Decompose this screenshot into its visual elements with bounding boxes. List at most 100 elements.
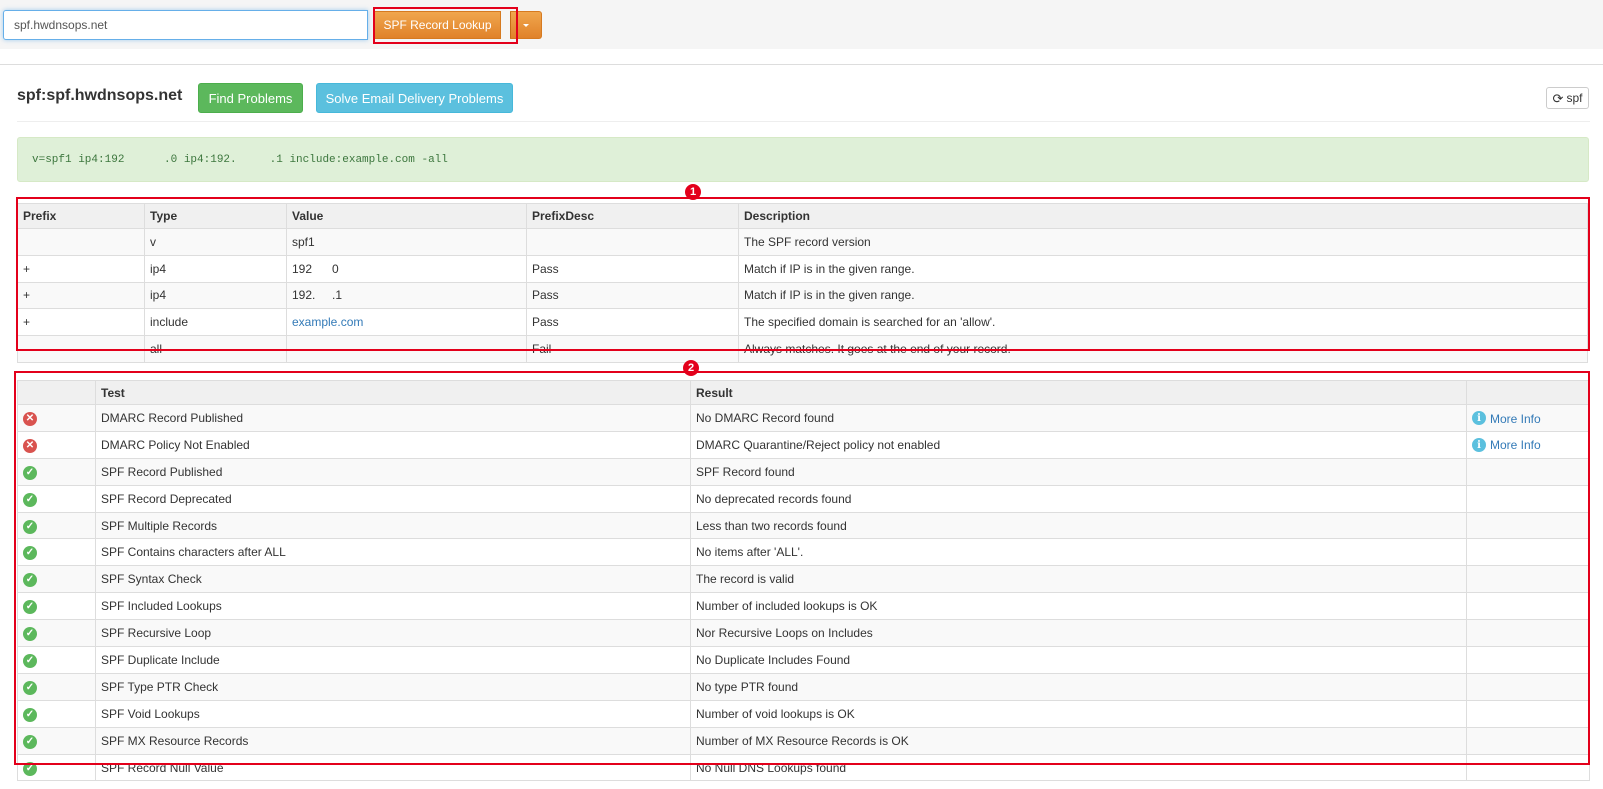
table-row: ✓ SPF Type PTR Check No type PTR found: [17, 672, 1590, 701]
table-row: ✓ SPF Included Lookups Number of included …: [17, 592, 1590, 621]
column-header: PrefixDesc: [526, 203, 739, 229]
description-cell: The specified domain is searched for an …: [738, 308, 1588, 337]
more-info-cell: i More Info: [1466, 404, 1590, 432]
result-cell: No Null DNS Lookups found: [690, 753, 1467, 782]
more-info-cell: [1466, 511, 1590, 540]
test-name-cell: SPF Included Lookups: [95, 592, 691, 621]
more-info-cell: [1466, 484, 1590, 513]
table-row: ✓ SPF Record Deprecated No deprecated reco…: [17, 484, 1590, 513]
description-cell: Match if IP is in the given range.: [738, 281, 1588, 310]
info-circle-icon: i: [1472, 411, 1486, 426]
refresh-icon: ⟳: [1552, 90, 1564, 106]
check-circle-icon: ✓: [23, 627, 37, 642]
table-header-row: Prefix Type Value PrefixDesc Description: [17, 203, 1588, 229]
caret-down-icon: [523, 23, 529, 27]
result-cell: Nor Recursive Loops on Includes: [690, 619, 1467, 648]
table-row: + include example.com Pass The specified dom…: [17, 308, 1588, 337]
table-row: ✓ SPF Contains characters after ALL No ite…: [17, 538, 1590, 567]
status-cell: ✓: [17, 726, 96, 755]
check-circle-icon: ✓: [23, 573, 37, 588]
column-header: Value: [286, 203, 527, 229]
include-domain-link[interactable]: example.com: [292, 315, 363, 329]
prefix-desc-cell: [526, 228, 739, 256]
type-cell: v: [144, 228, 287, 256]
prefix-desc-cell: Pass: [526, 254, 739, 283]
column-header: [1466, 380, 1590, 405]
check-circle-icon: ✓: [23, 653, 37, 668]
more-info-cell: [1466, 753, 1590, 782]
prefix-desc-cell: Pass: [526, 281, 739, 310]
test-name-cell: DMARC Policy Not Enabled: [95, 430, 691, 459]
value-cell: [286, 335, 527, 363]
search-input[interactable]: [3, 10, 368, 40]
more-info-cell: [1466, 726, 1590, 755]
status-cell: ✓: [17, 646, 96, 674]
column-header: Result: [690, 380, 1467, 405]
check-circle-icon: ✓: [23, 734, 37, 749]
status-cell: ✓: [17, 511, 96, 540]
more-info-link[interactable]: i More Info: [1472, 437, 1541, 453]
spf-record-table: Prefix Type Value PrefixDesc Description v sp…: [17, 203, 1588, 363]
prefix-desc-cell: Fail: [526, 335, 739, 363]
page-title: spf:spf.hwdnsops.net: [17, 87, 183, 104]
table-row: ✓ SPF Void Lookups Number of void lookups …: [17, 699, 1590, 728]
more-info-cell: [1466, 646, 1590, 674]
test-name-cell: SPF Record Published: [95, 457, 691, 486]
lookup-toolbar: SPF Record Lookup: [0, 0, 1603, 49]
table-row: ✓ SPF Duplicate Include No Duplicate Inclu…: [17, 646, 1590, 674]
status-cell: ✓: [17, 457, 96, 486]
column-header: Description: [738, 203, 1588, 229]
more-info-cell: [1466, 538, 1590, 567]
prefix-cell: [17, 228, 145, 256]
result-cell: Number of void lookups is OK: [690, 699, 1467, 728]
description-cell: Match if IP is in the given range.: [738, 254, 1588, 283]
column-header: Test: [95, 380, 691, 405]
more-info-link[interactable]: i More Info: [1472, 411, 1541, 426]
refresh-button[interactable]: ⟳ spf: [1546, 87, 1589, 109]
test-name-cell: SPF Duplicate Include: [95, 646, 691, 674]
prefix-cell: +: [17, 281, 145, 310]
table-row: + ip4 192. .1 Pass Match if IP is in the giv…: [17, 281, 1588, 310]
spf-record-lookup-button[interactable]: SPF Record Lookup: [374, 11, 501, 39]
prefix-cell: +: [17, 308, 145, 337]
more-info-cell: [1466, 619, 1590, 648]
status-cell: ✓: [17, 619, 96, 648]
info-circle-icon: i: [1472, 438, 1486, 453]
value-cell: 192. .1: [286, 281, 527, 310]
result-cell: No deprecated records found: [690, 484, 1467, 513]
table-row: ✓ SPF Record Null Value No Null DNS Lookup…: [17, 753, 1590, 782]
status-cell: ✓: [17, 484, 96, 513]
test-name-cell: SPF Record Deprecated: [95, 484, 691, 513]
result-cell: SPF Record found: [690, 457, 1467, 486]
more-info-cell: i More Info: [1466, 430, 1590, 459]
test-name-cell: DMARC Record Published: [95, 404, 691, 432]
type-cell: ip4: [144, 281, 287, 310]
status-cell: ✓: [17, 565, 96, 594]
check-circle-icon: ✓: [23, 761, 37, 776]
table-row: ✕ DMARC Record Published No DMARC Record f…: [17, 404, 1590, 432]
result-cell: No DMARC Record found: [690, 404, 1467, 432]
test-name-cell: SPF Void Lookups: [95, 699, 691, 728]
check-circle-icon: ✓: [23, 680, 37, 695]
value-cell: 192 0: [286, 254, 527, 283]
table-row: ✓ SPF Syntax Check The record is valid: [17, 565, 1590, 594]
column-header: Type: [144, 203, 287, 229]
result-cell: Less than two records found: [690, 511, 1467, 540]
table-row: ✕ DMARC Policy Not Enabled DMARC Quarantin…: [17, 430, 1590, 459]
type-cell: all: [144, 335, 287, 363]
more-info-cell: [1466, 672, 1590, 701]
find-problems-button[interactable]: Find Problems: [198, 83, 303, 113]
value-cell: example.com: [286, 308, 527, 337]
divider: [17, 121, 1590, 122]
column-header: Prefix: [17, 203, 145, 229]
status-cell: ✓: [17, 672, 96, 701]
result-cell: Number of MX Resource Records is OK: [690, 726, 1467, 755]
test-name-cell: SPF Recursive Loop: [95, 619, 691, 648]
lookup-dropdown-toggle[interactable]: [510, 11, 542, 39]
solve-email-delivery-button[interactable]: Solve Email Delivery Problems: [316, 83, 513, 113]
prefix-cell: +: [17, 254, 145, 283]
x-circle-icon: ✕: [23, 438, 37, 453]
check-circle-icon: ✓: [23, 600, 37, 615]
test-name-cell: SPF Multiple Records: [95, 511, 691, 540]
test-name-cell: SPF MX Resource Records: [95, 726, 691, 755]
